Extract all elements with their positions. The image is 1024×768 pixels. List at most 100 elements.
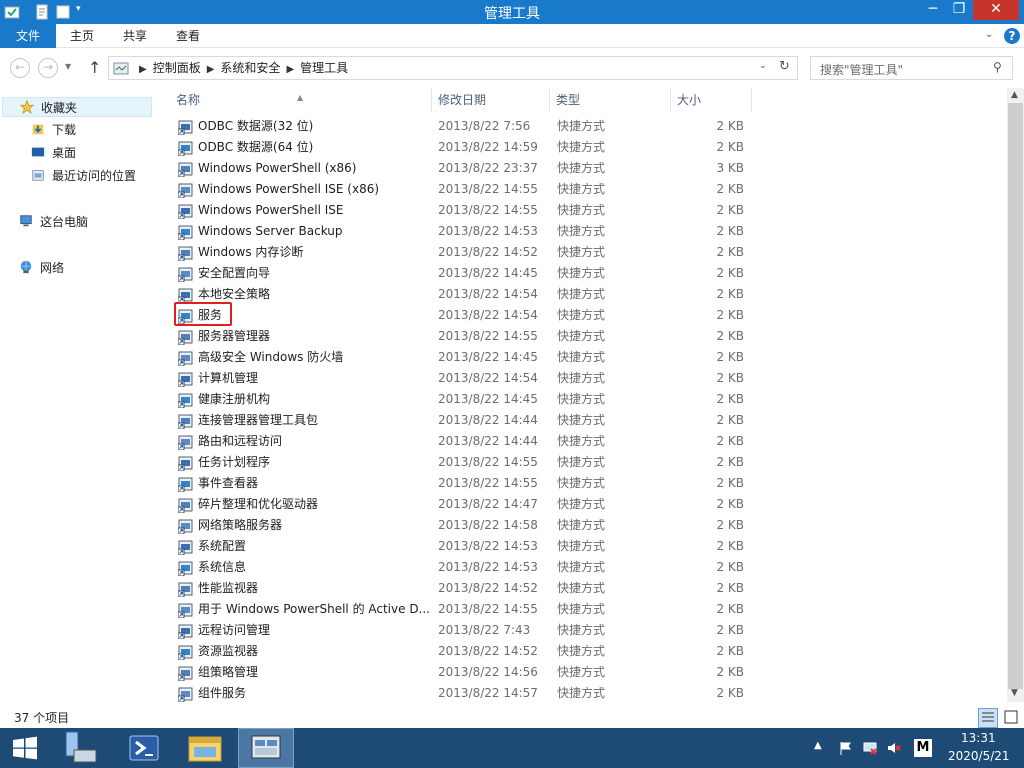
back-button[interactable]: ← xyxy=(10,58,30,78)
column-header-size[interactable]: 大小 xyxy=(671,88,752,112)
action-center-flag-icon[interactable] xyxy=(838,740,854,756)
breadcrumb-admin-tools[interactable]: 管理工具 xyxy=(300,61,348,75)
file-row[interactable]: 计算机管理 2013/8/22 14:54 快捷方式 2 KB xyxy=(170,368,770,389)
nav-desktop[interactable]: 桌面 xyxy=(30,143,76,163)
file-row[interactable]: Windows PowerShell ISE 2013/8/22 14:55 快捷方… xyxy=(170,200,770,221)
clock-time[interactable]: 13:31 xyxy=(961,731,996,745)
volume-icon[interactable] xyxy=(886,740,902,756)
nav-network[interactable]: 网络 xyxy=(18,258,64,278)
file-row[interactable]: 资源监视器 2013/8/22 14:52 快捷方式 2 KB xyxy=(170,641,770,662)
file-row[interactable]: 远程访问管理 2013/8/22 7:43 快捷方式 2 KB xyxy=(170,620,770,641)
file-name: Windows PowerShell ISE xyxy=(198,203,344,217)
file-row[interactable]: Windows PowerShell (x86) 2013/8/22 23:37 快… xyxy=(170,158,770,179)
clock-date[interactable]: 2020/5/21 xyxy=(948,749,1010,763)
search-box[interactable]: 搜索"管理工具" ⚲ xyxy=(810,56,1013,80)
file-type: 快捷方式 xyxy=(557,308,606,322)
file-type: 快捷方式 xyxy=(557,329,606,343)
file-row[interactable]: 安全配置向导 2013/8/22 14:45 快捷方式 2 KB xyxy=(170,263,770,284)
title-bar: ▾ 管理工具 ─ ❐ ✕ xyxy=(0,0,1024,24)
taskbar-file-explorer[interactable] xyxy=(176,728,234,768)
tab-share[interactable]: 共享 xyxy=(115,24,155,48)
nav-downloads[interactable]: 下载 xyxy=(30,120,76,140)
breadcrumb-chevron[interactable]: ▶ xyxy=(286,64,294,75)
minimize-button[interactable]: ─ xyxy=(920,0,946,20)
file-row[interactable]: Windows PowerShell ISE (x86) 2013/8/22 14… xyxy=(170,179,770,200)
file-type: 快捷方式 xyxy=(557,161,606,175)
nav-this-pc[interactable]: 这台电脑 xyxy=(18,212,88,232)
file-row[interactable]: 碎片整理和优化驱动器 2013/8/22 14:47 快捷方式 2 KB xyxy=(170,494,770,515)
up-icon[interactable]: ↑ xyxy=(88,58,101,77)
file-row[interactable]: 用于 Windows PowerShell 的 Active D... 2013/… xyxy=(170,599,770,620)
file-row[interactable]: ODBC 数据源(32 位) 2013/8/22 7:56 快捷方式 2 KB xyxy=(170,116,770,137)
column-header-type[interactable]: 类型 xyxy=(550,88,671,112)
file-name: ODBC 数据源(32 位) xyxy=(198,119,314,133)
scroll-down-icon[interactable]: ▼ xyxy=(1011,688,1018,698)
tab-home[interactable]: 主页 xyxy=(62,24,102,48)
breadcrumb-control-panel[interactable]: 控制面板 xyxy=(153,61,201,75)
large-icons-view-button[interactable] xyxy=(1002,708,1022,728)
item-count: 37 个项目 xyxy=(14,711,70,725)
file-row[interactable]: 服务 2013/8/22 14:54 快捷方式 2 KB xyxy=(170,305,770,326)
file-row[interactable]: 组策略管理 2013/8/22 14:56 快捷方式 2 KB xyxy=(170,662,770,683)
file-row[interactable]: 网络策略服务器 2013/8/22 14:58 快捷方式 2 KB xyxy=(170,515,770,536)
scroll-up-icon[interactable]: ▲ xyxy=(1011,90,1018,100)
file-date: 2013/8/22 14:55 xyxy=(438,203,538,217)
breadcrumb-system-security[interactable]: 系统和安全 xyxy=(220,61,280,75)
file-row[interactable]: 事件查看器 2013/8/22 14:55 快捷方式 2 KB xyxy=(170,473,770,494)
file-row[interactable]: 服务器管理器 2013/8/22 14:55 快捷方式 2 KB xyxy=(170,326,770,347)
start-button[interactable] xyxy=(0,728,50,768)
input-method-icon[interactable]: M xyxy=(914,739,932,757)
scroll-thumb[interactable] xyxy=(1008,103,1023,689)
recent-locations-icon[interactable]: ▼ xyxy=(65,62,71,71)
column-header-date[interactable]: 修改日期 xyxy=(432,88,550,112)
file-name: 组策略管理 xyxy=(198,665,259,679)
taskbar-powershell[interactable] xyxy=(116,728,172,768)
file-row[interactable]: 任务计划程序 2013/8/22 14:55 快捷方式 2 KB xyxy=(170,452,770,473)
nav-favorites[interactable]: 收藏夹 xyxy=(2,97,152,117)
address-dropdown-icon[interactable]: ⌄ xyxy=(759,61,767,71)
file-type: 快捷方式 xyxy=(557,224,606,238)
search-icon[interactable]: ⚲ xyxy=(993,60,1002,74)
file-name: 网络策略服务器 xyxy=(198,518,283,532)
file-row[interactable]: 系统信息 2013/8/22 14:53 快捷方式 2 KB xyxy=(170,557,770,578)
forward-button[interactable]: → xyxy=(38,58,58,78)
taskbar-server-manager[interactable] xyxy=(54,728,108,768)
details-view-button[interactable] xyxy=(978,708,998,728)
breadcrumb-chevron[interactable]: ▶ xyxy=(207,64,215,75)
file-date: 2013/8/22 14:47 xyxy=(438,497,538,511)
maximize-button[interactable]: ❐ xyxy=(946,0,972,20)
network-status-icon[interactable] xyxy=(862,740,878,756)
nav-this-pc-label: 这台电脑 xyxy=(40,215,89,229)
help-icon[interactable]: ? xyxy=(1004,28,1020,44)
column-header-name[interactable]: 名称 ▲ xyxy=(170,88,432,112)
file-row[interactable]: 系统配置 2013/8/22 14:53 快捷方式 2 KB xyxy=(170,536,770,557)
file-row[interactable]: 连接管理器管理工具包 2013/8/22 14:44 快捷方式 2 KB xyxy=(170,410,770,431)
close-button[interactable]: ✕ xyxy=(973,0,1019,20)
file-date: 2013/8/22 14:56 xyxy=(438,665,538,679)
nav-network-label: 网络 xyxy=(40,261,65,275)
nav-recent-places[interactable]: 最近访问的位置 xyxy=(30,166,136,186)
shortcut-icon xyxy=(178,540,193,555)
file-row[interactable]: Windows Server Backup 2013/8/22 14:53 快捷方式… xyxy=(170,221,770,242)
file-row[interactable]: 组件服务 2013/8/22 14:57 快捷方式 2 KB xyxy=(170,683,770,704)
admin-tools-icon xyxy=(251,735,281,759)
tab-file[interactable]: 文件 xyxy=(0,24,56,48)
address-bar[interactable]: ▶ 控制面板 ▶ 系统和安全 ▶ 管理工具 ⌄ ↻ xyxy=(108,56,798,80)
file-row[interactable]: 高级安全 Windows 防火墙 2013/8/22 14:45 快捷方式 2 KB xyxy=(170,347,770,368)
file-row[interactable]: Windows 内存诊断 2013/8/22 14:52 快捷方式 2 KB xyxy=(170,242,770,263)
shortcut-icon xyxy=(178,687,193,702)
expand-ribbon-icon[interactable]: ⌄ xyxy=(985,29,993,40)
breadcrumb-root-chevron[interactable]: ▶ xyxy=(139,64,147,75)
tab-view[interactable]: 查看 xyxy=(168,24,208,48)
vertical-scrollbar[interactable]: ▲ ▼ xyxy=(1007,88,1024,702)
file-row[interactable]: ODBC 数据源(64 位) 2013/8/22 14:59 快捷方式 2 KB xyxy=(170,137,770,158)
file-size: 2 KB xyxy=(716,245,744,259)
file-row[interactable]: 本地安全策略 2013/8/22 14:54 快捷方式 2 KB xyxy=(170,284,770,305)
taskbar-admin-tools[interactable] xyxy=(238,728,294,768)
file-row[interactable]: 性能监视器 2013/8/22 14:52 快捷方式 2 KB xyxy=(170,578,770,599)
show-hidden-icons-icon[interactable]: ▲ xyxy=(814,740,822,751)
refresh-icon[interactable]: ↻ xyxy=(779,59,790,74)
file-row[interactable]: 健康注册机构 2013/8/22 14:45 快捷方式 2 KB xyxy=(170,389,770,410)
search-placeholder: 搜索"管理工具" xyxy=(820,63,904,77)
file-row[interactable]: 路由和远程访问 2013/8/22 14:44 快捷方式 2 KB xyxy=(170,431,770,452)
